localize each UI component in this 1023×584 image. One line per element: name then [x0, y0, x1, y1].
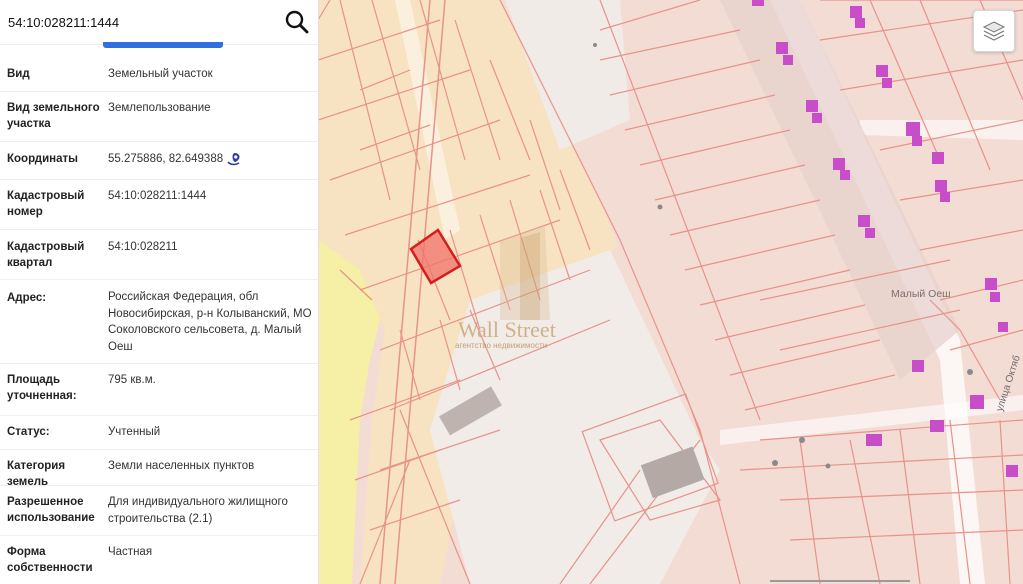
detail-value: 795 кв.м. — [108, 374, 156, 386]
detail-value: Земли населенных пунктов — [108, 460, 255, 472]
detail-value: Российская Федерация, обл Новосибирская,… — [108, 291, 312, 353]
layers-icon — [982, 21, 1006, 41]
coordinates-value: 55.275886, 82.649388 — [108, 153, 224, 165]
detail-value: Для индивидуального жилищного строительс… — [108, 496, 288, 525]
detail-row-type: Вид Земельный участок — [0, 57, 318, 92]
detail-value: Земельный участок — [108, 68, 213, 80]
detail-row-permitted-use: Разрешенное использование Для индивидуал… — [0, 485, 318, 536]
detail-label: Вид — [7, 68, 30, 80]
detail-label: Адрес: — [7, 292, 47, 304]
detail-value: Учтенный — [108, 426, 161, 438]
detail-label: Кадастровый квартал — [7, 241, 85, 269]
search-input[interactable] — [6, 13, 270, 31]
detail-row-cadastral-quarter: Кадастровый квартал 54:10:028211 — [0, 229, 318, 280]
detail-label: Форма собственности — [7, 546, 93, 574]
detail-label: Вид земельного участка — [7, 102, 100, 130]
detail-row-cadastral-number: Кадастровый номер 54:10:028211:1444 — [0, 179, 318, 230]
search-bar — [0, 0, 318, 48]
location-pin-icon[interactable] — [227, 152, 241, 166]
watermark-title: Wall Street — [458, 317, 556, 342]
detail-label: Разрешенное использование — [7, 496, 95, 524]
detail-row-area: Площадь уточненная: 795 кв.м. — [0, 363, 318, 416]
detail-row-ownership: Форма собственности Частная — [0, 535, 318, 584]
detail-label: Площадь уточненная: — [7, 374, 77, 402]
detail-label: Статус: — [7, 426, 50, 438]
info-panel: Вид Земельный участок Вид земельного уча… — [0, 0, 319, 584]
detail-row-status: Статус: Учтенный — [0, 415, 318, 450]
detail-value: 54:10:028211 — [108, 241, 178, 253]
place-label: Малый Оеш — [891, 288, 951, 300]
detail-label: Кадастровый номер — [7, 190, 85, 218]
detail-row-land-type: Вид земельного участка Землепользование — [0, 91, 318, 142]
watermark-subtitle: агентство недвижимости — [455, 341, 547, 350]
layers-button[interactable] — [973, 10, 1015, 52]
detail-row-address: Адрес: Российская Федерация, обл Новосиб… — [0, 279, 318, 364]
detail-value: Землепользование — [108, 102, 211, 114]
scale-ticks — [770, 580, 910, 582]
detail-row-land-category: Категория земель Земли населенных пункто… — [0, 449, 318, 488]
search-icon[interactable] — [284, 9, 310, 35]
detail-value: Частная — [108, 546, 153, 558]
detail-label: Координаты — [7, 153, 78, 165]
drag-handle[interactable] — [103, 42, 223, 48]
detail-value: 54:10:028211:1444 — [108, 190, 207, 202]
detail-row-coordinates: Координаты 55.275886, 82.649388 — [0, 141, 318, 180]
watermark — [500, 225, 550, 320]
